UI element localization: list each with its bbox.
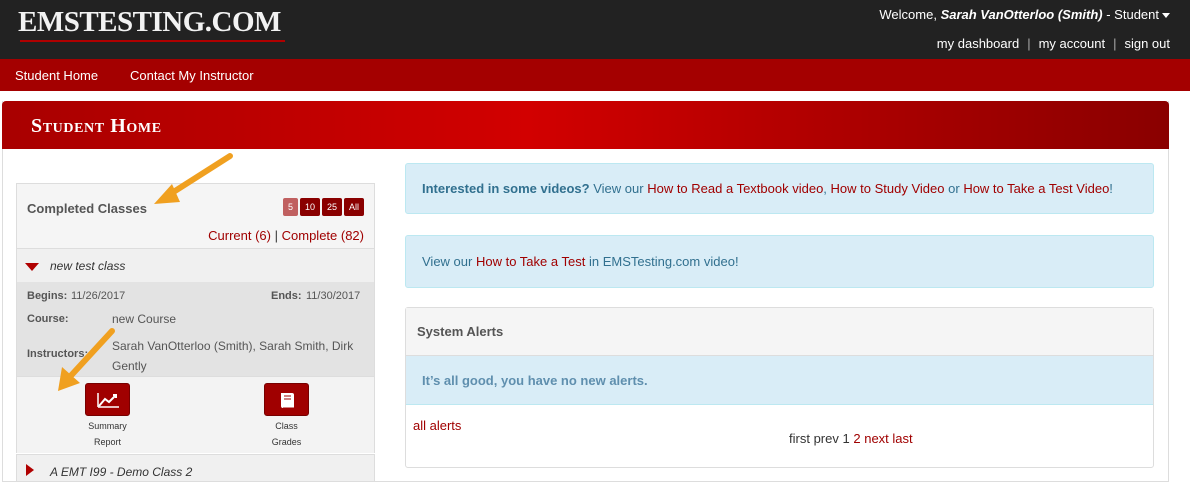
main-nav: Student Home Contact My Instructor xyxy=(0,59,1190,91)
take-test-video-link[interactable]: How to Take a Test Video xyxy=(963,181,1109,196)
nav-contact-instructor[interactable]: Contact My Instructor xyxy=(130,68,254,83)
emstesting-video-text[interactable]: EMSTesting.com video xyxy=(603,254,735,269)
alerts-status-text: It’s all good, you have no new alerts. xyxy=(422,373,648,388)
comma: , xyxy=(823,181,827,196)
class-name[interactable]: A EMT I99 - Demo Class 2 xyxy=(50,465,192,479)
pager-page-1: 1 xyxy=(842,431,850,446)
filter-separator: | xyxy=(274,228,278,243)
completed-classes-title: Completed Classes xyxy=(27,201,147,216)
ends-date: 11/30/2017 xyxy=(306,290,361,302)
videos-info-box: Interested in some videos? View our How … xyxy=(405,163,1154,214)
course-value: new Course xyxy=(112,312,177,326)
exclamation: ! xyxy=(1109,181,1113,196)
my-account-link[interactable]: my account xyxy=(1039,36,1105,51)
videos-view-our: View our xyxy=(593,181,644,196)
course-label: Course: xyxy=(27,313,69,325)
class-grades-button[interactable]: Class Grades xyxy=(259,383,314,450)
read-textbook-video-link[interactable]: How to Read a Textbook video xyxy=(647,181,823,196)
sign-out-link[interactable]: sign out xyxy=(1124,36,1170,51)
book-icon xyxy=(281,393,294,409)
logo-underline xyxy=(20,40,285,42)
pager-first: first xyxy=(789,431,810,446)
instructors-value: Sarah VanOtterloo (Smith), Sarah Smith, … xyxy=(112,339,354,373)
alerts-pager: first prev 1 2 next last xyxy=(789,431,913,446)
study-video-link[interactable]: How to Study Video xyxy=(831,181,945,196)
pager-page-2[interactable]: 2 xyxy=(853,431,860,446)
pager-next[interactable]: next xyxy=(864,431,889,446)
nav-student-home[interactable]: Student Home xyxy=(15,68,98,83)
filter-current-link[interactable]: Current (6) xyxy=(208,228,271,243)
begins-date: 11/26/2017 xyxy=(71,290,126,302)
class-row-expanded[interactable]: new test class xyxy=(17,248,374,282)
link-separator: | xyxy=(1027,36,1031,51)
video-info-box: View our How to Take a Test in EMSTestin… xyxy=(405,235,1154,288)
or-text: or xyxy=(948,181,960,196)
system-alerts-title: System Alerts xyxy=(417,324,504,339)
page-size-10-button[interactable]: 10 xyxy=(299,198,320,216)
video-text: View our How to Take a Test in EMSTestin… xyxy=(422,254,739,269)
account-links: my dashboard | my account | sign out xyxy=(937,36,1170,51)
page-title: Student Home xyxy=(31,115,162,137)
my-dashboard-link[interactable]: my dashboard xyxy=(937,36,1019,51)
top-bar: EMSTESTING.COM Welcome, Sarah VanOtterlo… xyxy=(0,0,1190,59)
class-grades-icon-button[interactable] xyxy=(264,383,309,416)
grades-label-line2: Grades xyxy=(271,437,302,447)
welcome-menu[interactable]: Welcome, Sarah VanOtterloo (Smith) - Stu… xyxy=(879,7,1170,22)
filter-complete-link[interactable]: Complete (82) xyxy=(282,228,364,243)
user-name: Sarah VanOtterloo (Smith) xyxy=(940,7,1103,22)
pager-prev: prev xyxy=(813,431,839,446)
link-separator: | xyxy=(1113,36,1117,51)
role-label: - Student xyxy=(1106,7,1159,22)
grades-label-line1: Class xyxy=(275,421,298,431)
page-size-all-button[interactable]: All xyxy=(343,198,364,216)
page-size-25-button[interactable]: 25 xyxy=(321,198,342,216)
collapse-triangle-icon[interactable] xyxy=(25,263,39,271)
welcome-prefix: Welcome, xyxy=(879,7,937,22)
videos-lead: Interested in some videos? xyxy=(422,181,590,196)
class-name[interactable]: new test class xyxy=(50,259,125,273)
exclamation: ! xyxy=(734,254,739,269)
alerts-status: It’s all good, you have no new alerts. xyxy=(406,356,1153,405)
page-size-5-button[interactable]: 5 xyxy=(282,198,298,216)
ends-label: Ends: xyxy=(271,290,302,302)
begins-label: Begins: xyxy=(27,290,68,302)
annotation-arrow-icon xyxy=(154,153,233,204)
annotation-arrow-icon xyxy=(58,328,115,391)
class-row-collapsed[interactable]: A EMT I99 - Demo Class 2 xyxy=(16,454,375,482)
system-alerts-panel: System Alerts It’s all good, you have no… xyxy=(405,307,1154,468)
video-view-our: View our xyxy=(422,254,473,269)
expand-triangle-icon[interactable] xyxy=(26,464,34,476)
summary-label-line2: Report xyxy=(93,437,121,447)
all-alerts-link[interactable]: all alerts xyxy=(413,418,461,433)
videos-text: Interested in some videos? View our How … xyxy=(422,181,1113,196)
class-filters: Current (6) | Complete (82) xyxy=(208,228,364,243)
caret-down-icon[interactable] xyxy=(1162,13,1170,19)
completed-classes-panel: Completed Classes 5 10 25 All Current (6) |… xyxy=(16,183,375,453)
summary-label-line1: Summary xyxy=(88,421,127,431)
page-size-selector: 5 10 25 All xyxy=(281,198,364,216)
site-logo[interactable]: EMSTESTING.COM xyxy=(18,6,281,39)
pager-last[interactable]: last xyxy=(892,431,912,446)
system-alerts-header: System Alerts xyxy=(406,308,1153,356)
how-to-take-test-link[interactable]: How to Take a Test xyxy=(476,254,585,269)
page-header: Student Home xyxy=(2,101,1169,149)
in-text: in xyxy=(588,254,600,269)
